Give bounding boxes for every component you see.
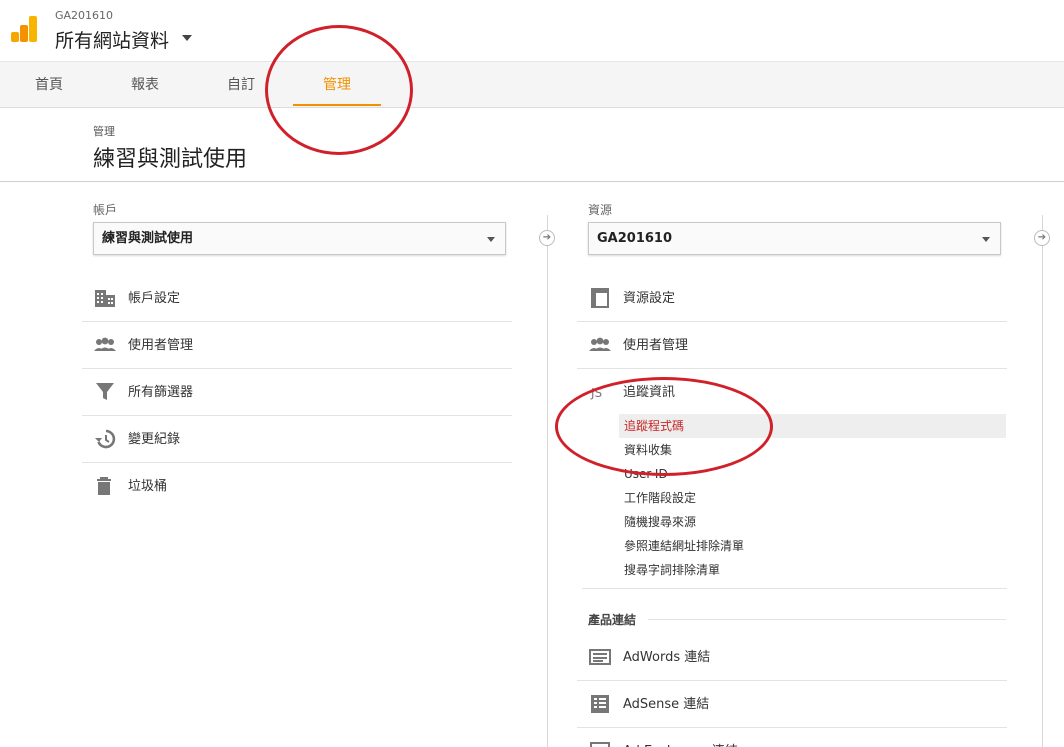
js-icon: JS [590, 386, 602, 400]
section-divider [582, 588, 1007, 589]
adexchange-icon [590, 742, 610, 747]
analytics-logo-icon [11, 16, 37, 42]
tab-customization[interactable]: 自訂 [198, 62, 284, 108]
account-id: GA201610 [55, 9, 114, 22]
menu-property-settings[interactable]: 資源設定 [577, 275, 1007, 322]
sub-user-id[interactable]: User-ID [619, 462, 1006, 486]
arrow-right-icon[interactable]: ➔ [539, 230, 555, 246]
sub-search-term-exclusion-list[interactable]: 搜尋字詞排除清單 [619, 558, 1006, 582]
menu-label: 所有篩選器 [128, 385, 194, 400]
menu-label: 變更紀錄 [128, 432, 181, 447]
menu-label: AdWords 連結 [623, 650, 711, 665]
window-icon [591, 288, 609, 308]
section-rule [648, 619, 1006, 620]
sub-referral-exclusion-list[interactable]: 參照連結網址排除清單 [619, 534, 1006, 558]
property-column-label: 資源 [588, 203, 613, 217]
arrow-right-icon[interactable]: ➔ [1034, 230, 1050, 246]
people-icon [94, 337, 116, 351]
menu-label: 垃圾桶 [128, 479, 168, 494]
chevron-down-icon [487, 237, 495, 242]
property-selector[interactable]: GA201610 [588, 222, 1001, 255]
tab-admin[interactable]: 管理 [293, 62, 381, 108]
main-tabs: 首頁 報表 自訂 管理 [0, 61, 1064, 108]
account-selector[interactable]: 練習與測試使用 [93, 222, 506, 255]
chevron-down-icon[interactable] [182, 35, 192, 41]
menu-account-settings[interactable]: 帳戶設定 [82, 275, 512, 322]
sub-tracking-code[interactable]: 追蹤程式碼 [619, 414, 1006, 438]
menu-adexchange-linking[interactable]: Ad Exchange 連結 [577, 728, 1007, 747]
account-column-label: 帳戶 [93, 203, 118, 217]
view-selector[interactable]: 所有網站資料 [55, 26, 169, 53]
menu-change-history[interactable]: 變更紀錄 [82, 416, 512, 463]
menu-account-user-management[interactable]: 使用者管理 [82, 322, 512, 369]
menu-label: 資源設定 [623, 291, 676, 306]
adwords-icon [589, 649, 611, 665]
menu-tracking-info[interactable]: JS 追蹤資訊 [577, 369, 1007, 416]
column-divider [547, 215, 548, 747]
sub-organic-search-sources[interactable]: 隨機搜尋來源 [619, 510, 1006, 534]
column-divider [1042, 215, 1043, 747]
menu-all-filters[interactable]: 所有篩選器 [82, 369, 512, 416]
account-selector-value: 練習與測試使用 [102, 231, 194, 246]
sub-data-collection[interactable]: 資料收集 [619, 438, 1006, 462]
menu-label: 帳戶設定 [128, 291, 181, 306]
active-tab-indicator [293, 104, 381, 106]
menu-property-user-management[interactable]: 使用者管理 [577, 322, 1007, 369]
menu-trash[interactable]: 垃圾桶 [82, 463, 512, 510]
trash-icon [97, 477, 111, 495]
menu-label: AdSense 連結 [623, 697, 710, 712]
product-links-heading: 產品連結 [588, 613, 637, 627]
menu-label: 使用者管理 [128, 338, 194, 353]
adsense-icon [591, 695, 609, 713]
people-icon [589, 337, 611, 351]
top-bar: GA201610 所有網站資料 [0, 0, 1064, 61]
tab-reports[interactable]: 報表 [102, 62, 188, 108]
chevron-down-icon [982, 237, 990, 242]
menu-label: 使用者管理 [623, 338, 689, 353]
filter-icon [96, 383, 114, 400]
tab-home[interactable]: 首頁 [6, 62, 92, 108]
sub-session-settings[interactable]: 工作階段設定 [619, 486, 1006, 510]
breadcrumb[interactable]: 管理 [93, 123, 115, 139]
history-icon [95, 429, 116, 449]
page-title: 練習與測試使用 [93, 147, 248, 172]
property-selector-value: GA201610 [597, 231, 673, 246]
menu-adsense-linking[interactable]: AdSense 連結 [577, 681, 1007, 728]
svg-text:JS: JS [590, 386, 602, 400]
menu-label: Ad Exchange 連結 [623, 728, 738, 747]
menu-label: 追蹤資訊 [623, 385, 676, 400]
building-icon [95, 290, 115, 307]
menu-adwords-linking[interactable]: AdWords 連結 [577, 634, 1007, 681]
